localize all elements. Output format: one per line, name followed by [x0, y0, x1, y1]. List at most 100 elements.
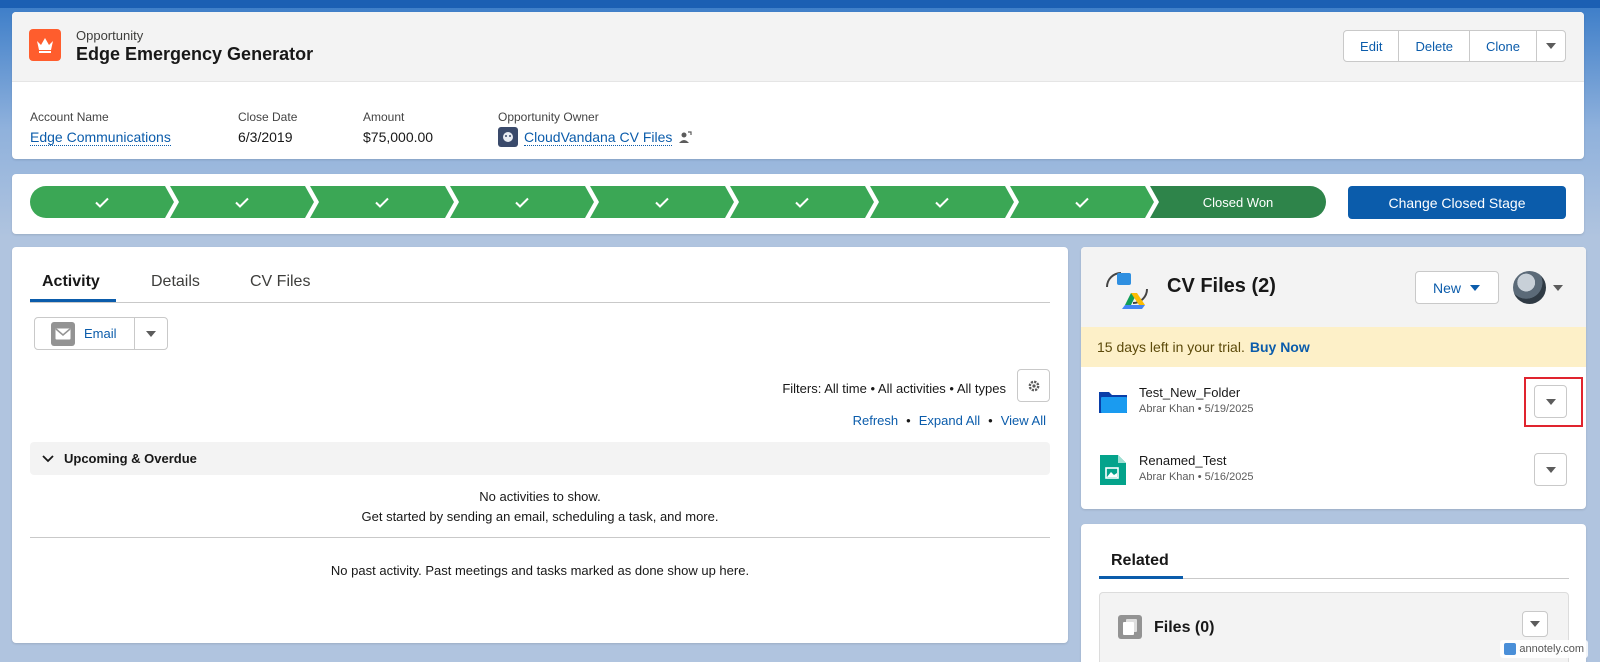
cv-files-title: CV Files (2): [1167, 275, 1276, 297]
email-button[interactable]: Email: [35, 318, 135, 349]
email-icon: [51, 321, 75, 346]
link-separator: •: [906, 413, 911, 428]
file-name: Renamed_Test: [1139, 453, 1227, 468]
chevron-down-icon[interactable]: [1552, 284, 1564, 292]
path-step-closed-won[interactable]: Closed Won: [1150, 186, 1326, 218]
tab-activity[interactable]: Activity: [42, 273, 100, 291]
path-step-complete[interactable]: [730, 186, 874, 218]
buy-now-link[interactable]: Buy Now: [1250, 339, 1310, 355]
tab-related[interactable]: Related: [1111, 552, 1169, 570]
check-icon: [935, 197, 949, 208]
opportunity-crown-icon: [29, 29, 61, 61]
files-icon: [1118, 615, 1142, 639]
file-row[interactable]: Renamed_Test Abrar Khan • 5/16/2025: [1097, 450, 1567, 490]
path-step-complete[interactable]: [450, 186, 594, 218]
top-strip: [0, 0, 1600, 8]
check-icon: [235, 197, 249, 208]
record-type-label: Opportunity: [76, 28, 144, 43]
path-step-complete[interactable]: [590, 186, 734, 218]
active-tab-indicator: [1099, 576, 1183, 579]
email-action: Email: [34, 317, 168, 350]
get-started-text: Get started by sending an email, schedul…: [361, 509, 719, 524]
trial-text: 15 days left in your trial.: [1097, 339, 1245, 355]
file-meta: Abrar Khan • 5/19/2025: [1139, 403, 1254, 415]
upcoming-overdue-section[interactable]: Upcoming & Overdue: [30, 442, 1050, 475]
activity-tabs: Activity Details CV Files: [30, 247, 1050, 303]
close-date-field: Close Date 6/3/2019: [238, 110, 297, 145]
check-icon: [655, 197, 669, 208]
watermark-text: annotely.com: [1519, 643, 1584, 655]
amount-field: Amount $75,000.00: [363, 110, 433, 145]
change-closed-stage-button[interactable]: Change Closed Stage: [1348, 186, 1566, 219]
path-step-complete[interactable]: [170, 186, 314, 218]
related-tabs: Related: [1099, 524, 1569, 579]
edit-button[interactable]: Edit: [1344, 31, 1400, 61]
folder-icon: [1099, 392, 1127, 413]
watermark: annotely.com: [1500, 640, 1588, 658]
annotely-logo-icon: [1504, 643, 1517, 655]
file-row[interactable]: Test_New_Folder Abrar Khan • 5/19/2025: [1097, 382, 1567, 422]
user-avatar[interactable]: [1513, 271, 1546, 304]
view-all-link[interactable]: View All: [1001, 413, 1046, 428]
change-owner-icon[interactable]: [678, 130, 692, 144]
gear-icon: [1028, 380, 1039, 391]
record-title: Edge Emergency Generator: [76, 44, 314, 64]
no-past-activity-text: No past activity. Past meetings and task…: [330, 563, 750, 578]
sales-path: Closed Won Change Closed Stage: [12, 174, 1584, 234]
file-meta: Abrar Khan • 5/16/2025: [1139, 471, 1254, 483]
record-header: Opportunity Edge Emergency Generator Edi…: [12, 12, 1584, 159]
file-name: Test_New_Folder: [1139, 385, 1241, 400]
path-step-complete[interactable]: [310, 186, 454, 218]
path-steps: Closed Won: [30, 186, 1326, 218]
more-actions-button[interactable]: [1537, 31, 1565, 61]
path-step-complete[interactable]: [870, 186, 1014, 218]
expand-all-link[interactable]: Expand All: [919, 413, 980, 428]
image-file-icon: [1100, 455, 1126, 485]
path-step-complete[interactable]: [30, 186, 174, 218]
trial-banner: 15 days left in your trial. Buy Now: [1081, 327, 1586, 367]
delete-button[interactable]: Delete: [1399, 31, 1471, 61]
files-actions-button[interactable]: [1522, 611, 1548, 637]
file-actions-button[interactable]: [1534, 385, 1567, 418]
divider: [30, 537, 1050, 538]
activity-panel: Activity Details CV Files Email Filters:…: [12, 247, 1068, 643]
owner-label: Opportunity Owner: [498, 110, 599, 124]
chevron-down-icon: [1530, 621, 1540, 627]
activity-links: Refresh • Expand All • View All: [853, 413, 1046, 428]
cv-files-header: CV Files (2) New: [1081, 247, 1586, 327]
check-icon: [795, 197, 809, 208]
account-link[interactable]: Edge Communications: [30, 129, 171, 146]
file-actions-button[interactable]: [1534, 453, 1567, 486]
owner-row: CloudVandana CV Files: [498, 127, 692, 147]
clone-button[interactable]: Clone: [1470, 31, 1537, 61]
new-label: New: [1432, 279, 1461, 296]
filter-settings-button[interactable]: [1017, 369, 1050, 402]
record-header-bar: Opportunity Edge Emergency Generator Edi…: [12, 12, 1584, 82]
check-icon: [375, 197, 389, 208]
owner-field: Opportunity Owner CloudVandana CV Files: [498, 110, 692, 147]
email-label: Email: [84, 326, 117, 341]
close-date-label: Close Date: [238, 110, 298, 124]
no-activities-text: No activities to show.: [479, 489, 601, 504]
amount-value: $75,000.00: [363, 129, 434, 145]
owner-link[interactable]: CloudVandana CV Files: [524, 129, 673, 146]
cv-files-panel: CV Files (2) New 15 days left in your tr…: [1081, 247, 1586, 509]
cv-files-logo-icon: [1106, 272, 1148, 309]
empty-state: No activities to show. Get started by se…: [30, 487, 1050, 527]
chevron-down-icon: [146, 330, 156, 337]
chevron-down-icon: [1470, 284, 1480, 291]
account-field: Account Name Edge Communications: [30, 110, 171, 147]
account-label: Account Name: [30, 110, 109, 124]
activity-filters: Filters: All time • All activities • All…: [782, 381, 1006, 396]
check-icon: [95, 197, 109, 208]
tab-cv-files[interactable]: CV Files: [250, 273, 310, 291]
tab-details[interactable]: Details: [151, 273, 200, 291]
new-button[interactable]: New: [1415, 271, 1499, 304]
email-more-button[interactable]: [135, 318, 167, 349]
refresh-link[interactable]: Refresh: [853, 413, 899, 428]
chevron-down-icon: [1545, 398, 1556, 405]
path-step-complete[interactable]: [1010, 186, 1154, 218]
amount-label: Amount: [363, 110, 405, 124]
section-title: Upcoming & Overdue: [64, 451, 197, 466]
files-list-title[interactable]: Files (0): [1154, 619, 1214, 637]
